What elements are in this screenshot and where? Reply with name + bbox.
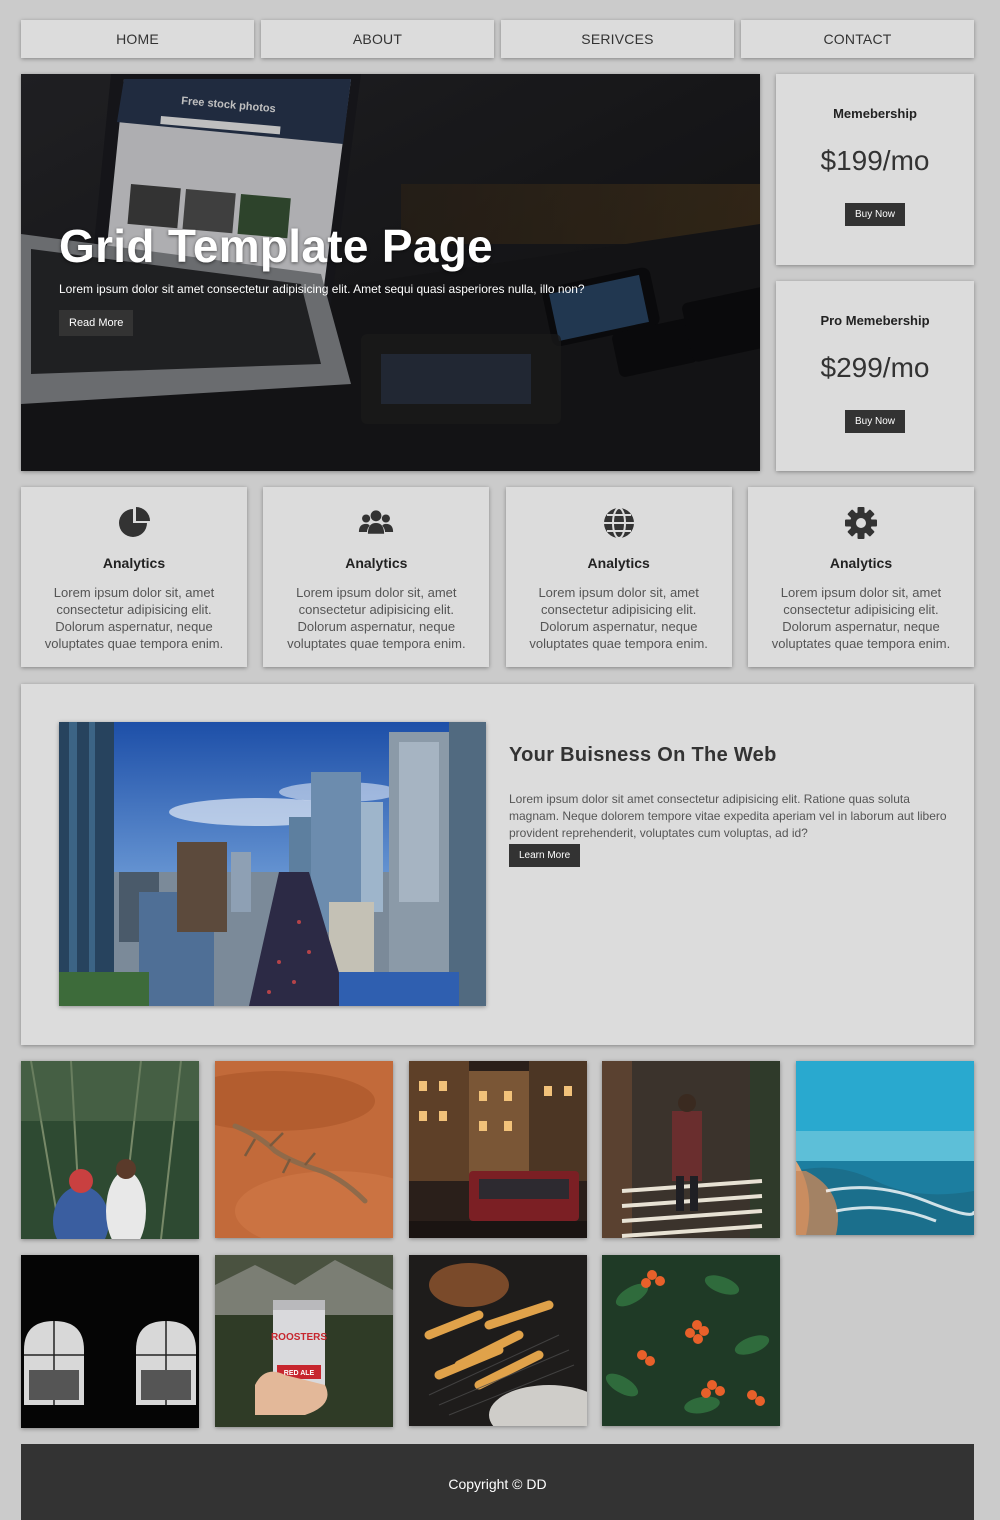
footer: Copyright © DD	[21, 1444, 974, 1520]
arched-windows-photo	[21, 1255, 199, 1428]
pro-membership-price: $299/mo	[820, 352, 930, 383]
feature-card: Analytics Lorem ipsum dolor sit, amet co…	[263, 487, 490, 667]
feature-title: Analytics	[102, 555, 166, 571]
business-description: Lorem ipsum dolor sit amet consectetur a…	[509, 792, 947, 840]
feature-text: Lorem ipsum dolor sit, amet consectetur …	[771, 585, 951, 651]
pro-buy-now-button[interactable]: Buy Now	[844, 410, 905, 433]
ocean-beach-photo	[796, 1061, 974, 1235]
feature-card: Analytics Lorem ipsum dolor sit, amet co…	[747, 487, 974, 667]
learn-more-button[interactable]: Learn More	[509, 844, 581, 867]
beer-can-photo: ROOSTERS RED ALE	[215, 1255, 393, 1427]
city-skyline-image	[59, 722, 486, 1006]
feature-text: Lorem ipsum dolor sit, amet consectetur …	[529, 585, 708, 651]
pie-chart-icon	[119, 507, 150, 537]
pro-membership-title: Pro Memebership	[820, 313, 930, 328]
feature-title: Analytics	[587, 555, 650, 571]
feature-title: Analytics	[345, 555, 408, 571]
forest-people-photo	[21, 1061, 199, 1239]
city-street-night-photo	[409, 1061, 587, 1238]
read-more-button[interactable]: Read More	[59, 310, 134, 336]
business-section: Your Buisness On The Web Lorem ipsum dol…	[21, 684, 974, 1045]
copyright-text: Copyright © DD	[448, 1476, 547, 1492]
membership-price: $199/mo	[820, 145, 930, 176]
nav-contact-link[interactable]: CONTACT	[741, 20, 974, 58]
lizard-sand-photo	[215, 1061, 393, 1238]
membership-title: Memebership	[833, 106, 917, 121]
nav-about-link[interactable]: ABOUT	[261, 20, 494, 58]
orange-berries-photo	[602, 1255, 780, 1426]
membership-card: Memebership $199/mo Buy Now	[776, 74, 974, 265]
hero-content: Grid Template Page Lorem ipsum dolor sit…	[59, 220, 585, 336]
globe-icon	[603, 507, 634, 539]
feature-card: Analytics Lorem ipsum dolor sit, amet co…	[505, 487, 732, 667]
feature-title: Analytics	[829, 555, 893, 571]
feature-card: Analytics Lorem ipsum dolor sit, amet co…	[21, 487, 247, 667]
feature-text: Lorem ipsum dolor sit, amet consectetur …	[44, 585, 224, 651]
nav-services-link[interactable]: SERIVCES	[501, 20, 734, 58]
users-icon	[359, 510, 394, 534]
top-navigation: HOME ABOUT SERIVCES CONTACT	[21, 20, 974, 58]
nav-home-link[interactable]: HOME	[21, 20, 254, 58]
hero-subtitle: Lorem ipsum dolor sit amet consectetur a…	[59, 282, 585, 296]
fries-basket-photo	[409, 1255, 587, 1426]
pro-membership-card: Pro Memebership $299/mo Buy Now	[776, 281, 974, 471]
walkway-person-photo	[602, 1061, 780, 1238]
gear-icon	[844, 507, 877, 539]
hero-banner: Free stock photos Grid Template Page Lor…	[21, 74, 760, 471]
feature-text: Lorem ipsum dolor sit, amet consectetur …	[287, 585, 466, 651]
buy-now-button[interactable]: Buy Now	[844, 203, 905, 226]
business-title: Your Buisness On The Web	[509, 744, 777, 766]
beer-can-brand-text: ROOSTERS	[271, 1332, 327, 1343]
features-row: Analytics Lorem ipsum dolor sit, amet co…	[21, 487, 974, 667]
hero-title: Grid Template Page	[59, 220, 493, 272]
business-text: Your Buisness On The Web Lorem ipsum dol…	[509, 744, 949, 867]
